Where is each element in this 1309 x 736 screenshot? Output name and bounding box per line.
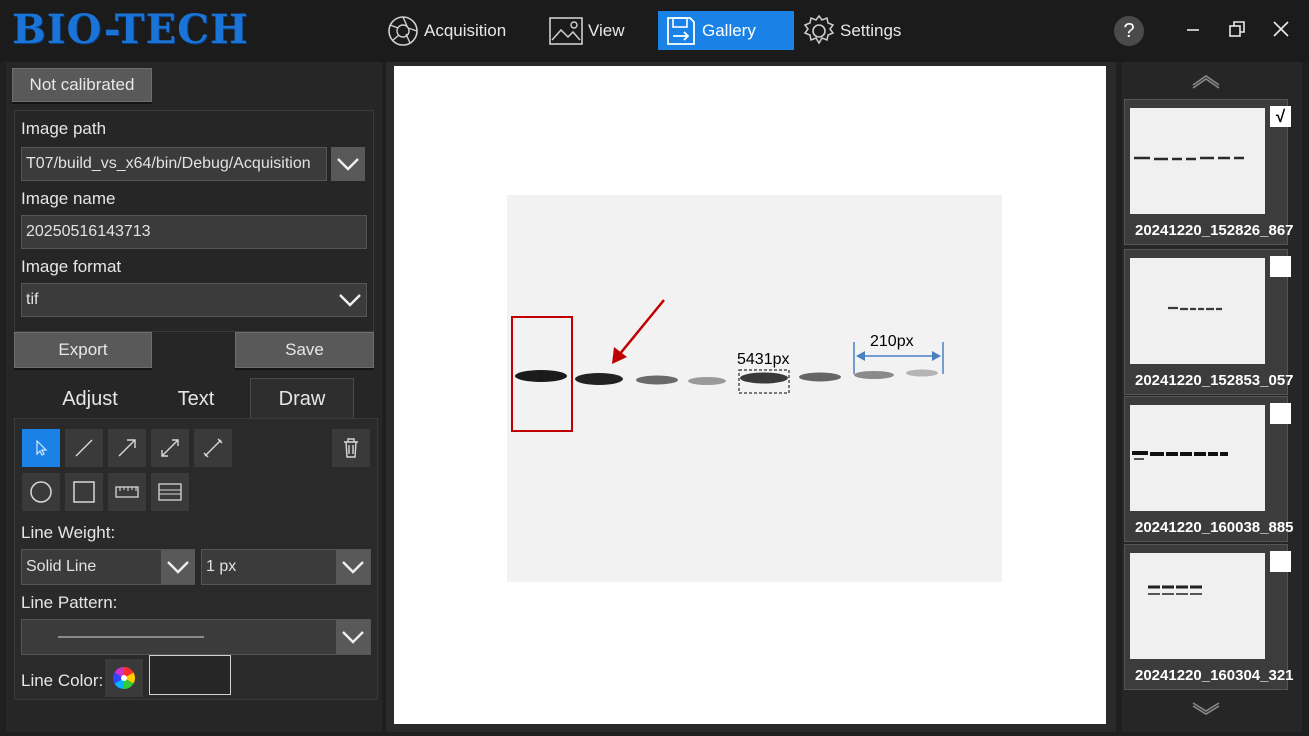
gallery-item[interactable]: √ 20241220_152826_867 xyxy=(1124,99,1294,245)
thumbnail-bands xyxy=(1132,451,1228,460)
gallery-checkbox[interactable] xyxy=(1270,256,1291,277)
gallery-item-name: 20241220_152826_867 xyxy=(1135,222,1294,239)
gallery-checkbox[interactable] xyxy=(1270,551,1291,572)
gallery-item-name: 20241220_160304_321 xyxy=(1135,667,1294,684)
thumbnail-bands xyxy=(1148,585,1202,595)
gallery-item-name: 20241220_160038_885 xyxy=(1135,519,1294,536)
thumbnail-image xyxy=(1130,553,1265,659)
thumbnail-image xyxy=(1130,258,1265,364)
gallery-scroll-up-button[interactable] xyxy=(1124,64,1288,98)
chevron-up-icon xyxy=(1192,75,1220,89)
thumbnail-bands xyxy=(1168,306,1222,311)
thumbnail-bands xyxy=(1134,156,1244,161)
gallery-item-name: 20241220_152853_057 xyxy=(1135,372,1294,389)
distance-measure-label: 210px xyxy=(870,333,914,350)
gallery-item[interactable]: 20241220_160304_321 xyxy=(1124,544,1294,690)
gallery-item[interactable]: 20241220_160038_885 xyxy=(1124,396,1294,542)
blot-bands xyxy=(515,369,938,385)
chevron-down-icon xyxy=(1192,702,1220,715)
gallery-scroll-down-button[interactable] xyxy=(1124,692,1288,726)
area-measure-label: 5431px xyxy=(737,351,790,368)
gallery-checkbox[interactable]: √ xyxy=(1270,106,1291,127)
gallery-checkbox[interactable] xyxy=(1270,403,1291,424)
gallery-item[interactable]: 20241220_152853_057 xyxy=(1124,249,1294,395)
thumbnail-image xyxy=(1130,405,1265,511)
annotation-overlay: 5431px 210px xyxy=(511,299,944,432)
arrow-annotation[interactable] xyxy=(612,299,665,364)
thumbnail-image xyxy=(1130,108,1265,214)
